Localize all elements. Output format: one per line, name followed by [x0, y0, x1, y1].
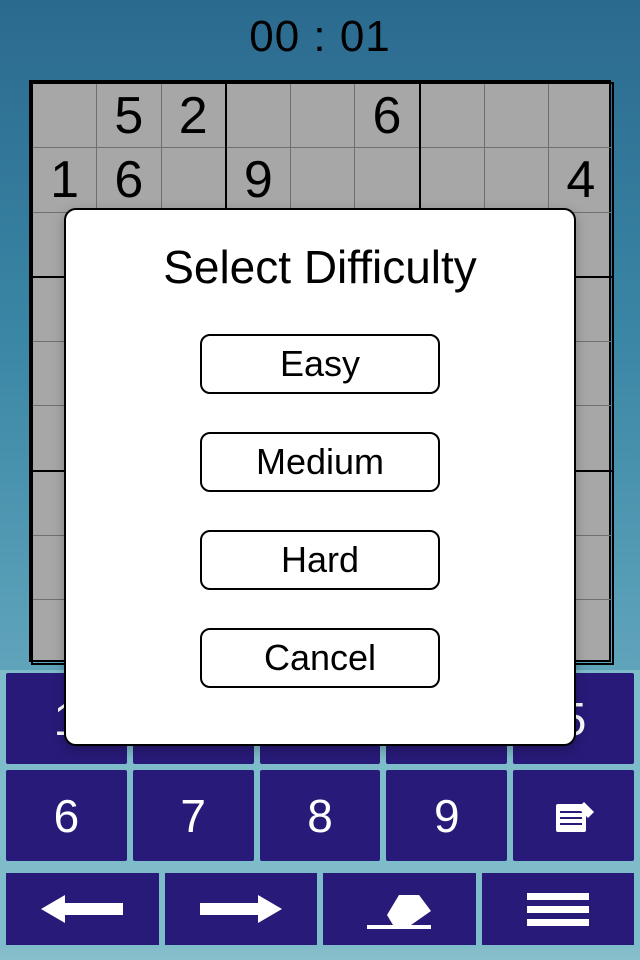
cancel-button[interactable]: Cancel: [200, 628, 440, 688]
dialog-title: Select Difficulty: [66, 240, 574, 294]
difficulty-dialog: Select Difficulty Easy Medium Hard Cance…: [64, 208, 576, 746]
easy-button[interactable]: Easy: [200, 334, 440, 394]
medium-button[interactable]: Medium: [200, 432, 440, 492]
hard-button[interactable]: Hard: [200, 530, 440, 590]
modal-overlay: Select Difficulty Easy Medium Hard Cance…: [0, 0, 640, 960]
